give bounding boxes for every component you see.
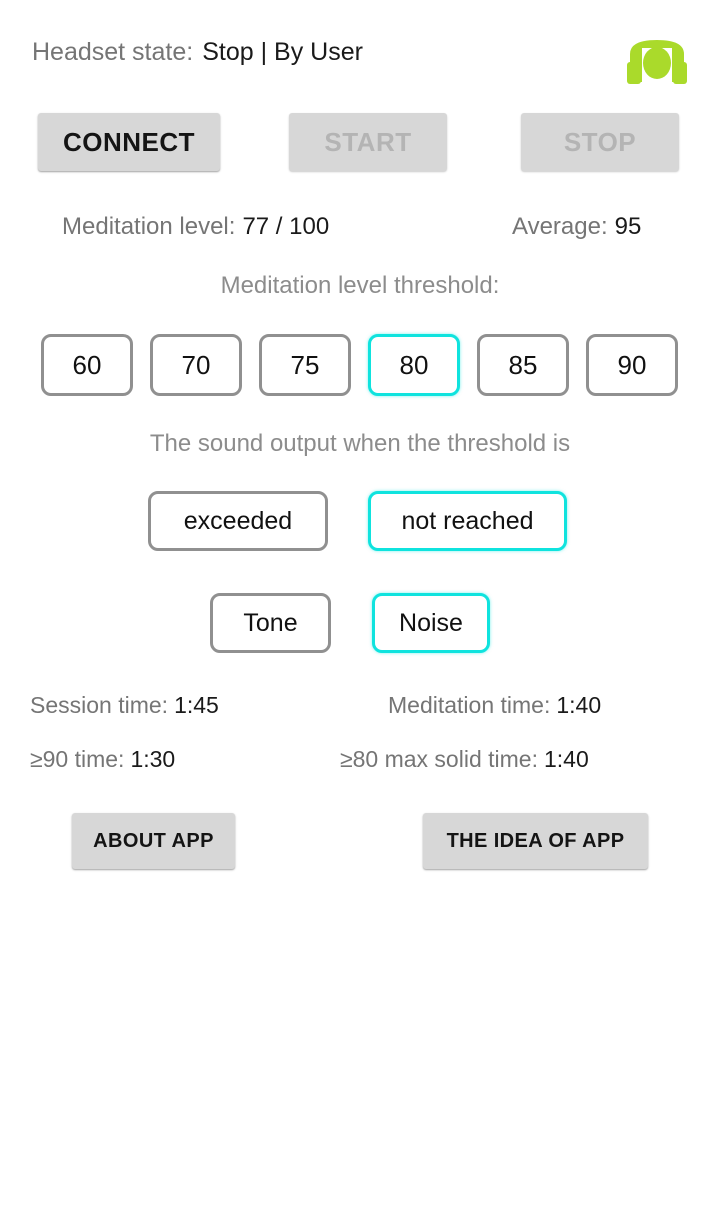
meditation-level-value: 77 / 100 (242, 213, 330, 240)
info-buttons: ABOUT APP THE IDEA OF APP (0, 813, 720, 869)
app-screen: Headset state: Stop | By User CONNECT STA… (0, 0, 720, 1232)
meditation-level-label: Meditation level: (62, 213, 236, 240)
ge80-max-solid-value: 1:40 (543, 746, 589, 772)
stats-row-session: Session time: 1:45 Meditation time: 1:40 (0, 687, 720, 723)
session-time: Session time: 1:45 (30, 687, 219, 723)
sound-mode-not-reached[interactable]: not reached (368, 491, 567, 551)
threshold-option-90[interactable]: 90 (586, 334, 678, 396)
connection-controls: CONNECT START STOP (0, 113, 720, 175)
sound-type-options: Tone Noise (0, 593, 720, 653)
headset-state-value: Stop | By User (202, 38, 363, 66)
ge90-time-value: 1:30 (130, 746, 176, 772)
threshold-option-80[interactable]: 80 (368, 334, 460, 396)
header: Headset state: Stop | By User (0, 28, 720, 84)
stats-row-thresholds: ≥90 time: 1:30 ≥80 max solid time: 1:40 (0, 741, 720, 777)
session-time-label: Session time: (30, 692, 169, 718)
sound-output-caption: The sound output when the threshold is (149, 430, 571, 457)
headset-state: Headset state: Stop | By User (32, 28, 363, 76)
stop-button[interactable]: STOP (521, 113, 679, 171)
threshold-option-75[interactable]: 75 (259, 334, 351, 396)
meditation-level: Meditation level: 77 / 100 (62, 207, 329, 247)
sound-mode-options: exceeded not reached (0, 491, 720, 551)
average-label: Average: (512, 213, 608, 240)
ge90-time-label: ≥90 time: (30, 746, 125, 772)
meditation-time-label: Meditation time: (388, 692, 551, 718)
threshold-option-70[interactable]: 70 (150, 334, 242, 396)
average-level: Average: 95 (512, 207, 641, 247)
meditation-time-value: 1:40 (556, 692, 602, 718)
sound-type-tone[interactable]: Tone (210, 593, 331, 653)
threshold-option-85[interactable]: 85 (477, 334, 569, 396)
start-button[interactable]: START (289, 113, 447, 171)
ge80-max-solid-label: ≥80 max solid time: (340, 746, 538, 772)
meditation-time: Meditation time: 1:40 (388, 687, 601, 723)
session-time-value: 1:45 (174, 692, 219, 718)
sound-mode-exceeded[interactable]: exceeded (148, 491, 328, 551)
threshold-option-60[interactable]: 60 (41, 334, 133, 396)
headset-state-label: Headset state: (32, 38, 194, 66)
idea-of-app-button[interactable]: THE IDEA OF APP (423, 813, 648, 869)
headset-icon (624, 34, 690, 88)
average-value: 95 (614, 213, 642, 240)
ge80-max-solid-time: ≥80 max solid time: 1:40 (340, 741, 589, 777)
meditation-level-row: Meditation level: 77 / 100 Average: 95 (0, 207, 720, 247)
sound-type-noise[interactable]: Noise (372, 593, 490, 653)
threshold-options: 60 70 75 80 85 90 (41, 334, 681, 396)
about-app-button[interactable]: ABOUT APP (72, 813, 235, 869)
ge90-time: ≥90 time: 1:30 (30, 741, 175, 777)
connect-button[interactable]: CONNECT (38, 113, 220, 171)
threshold-caption: Meditation level threshold: (220, 272, 500, 299)
